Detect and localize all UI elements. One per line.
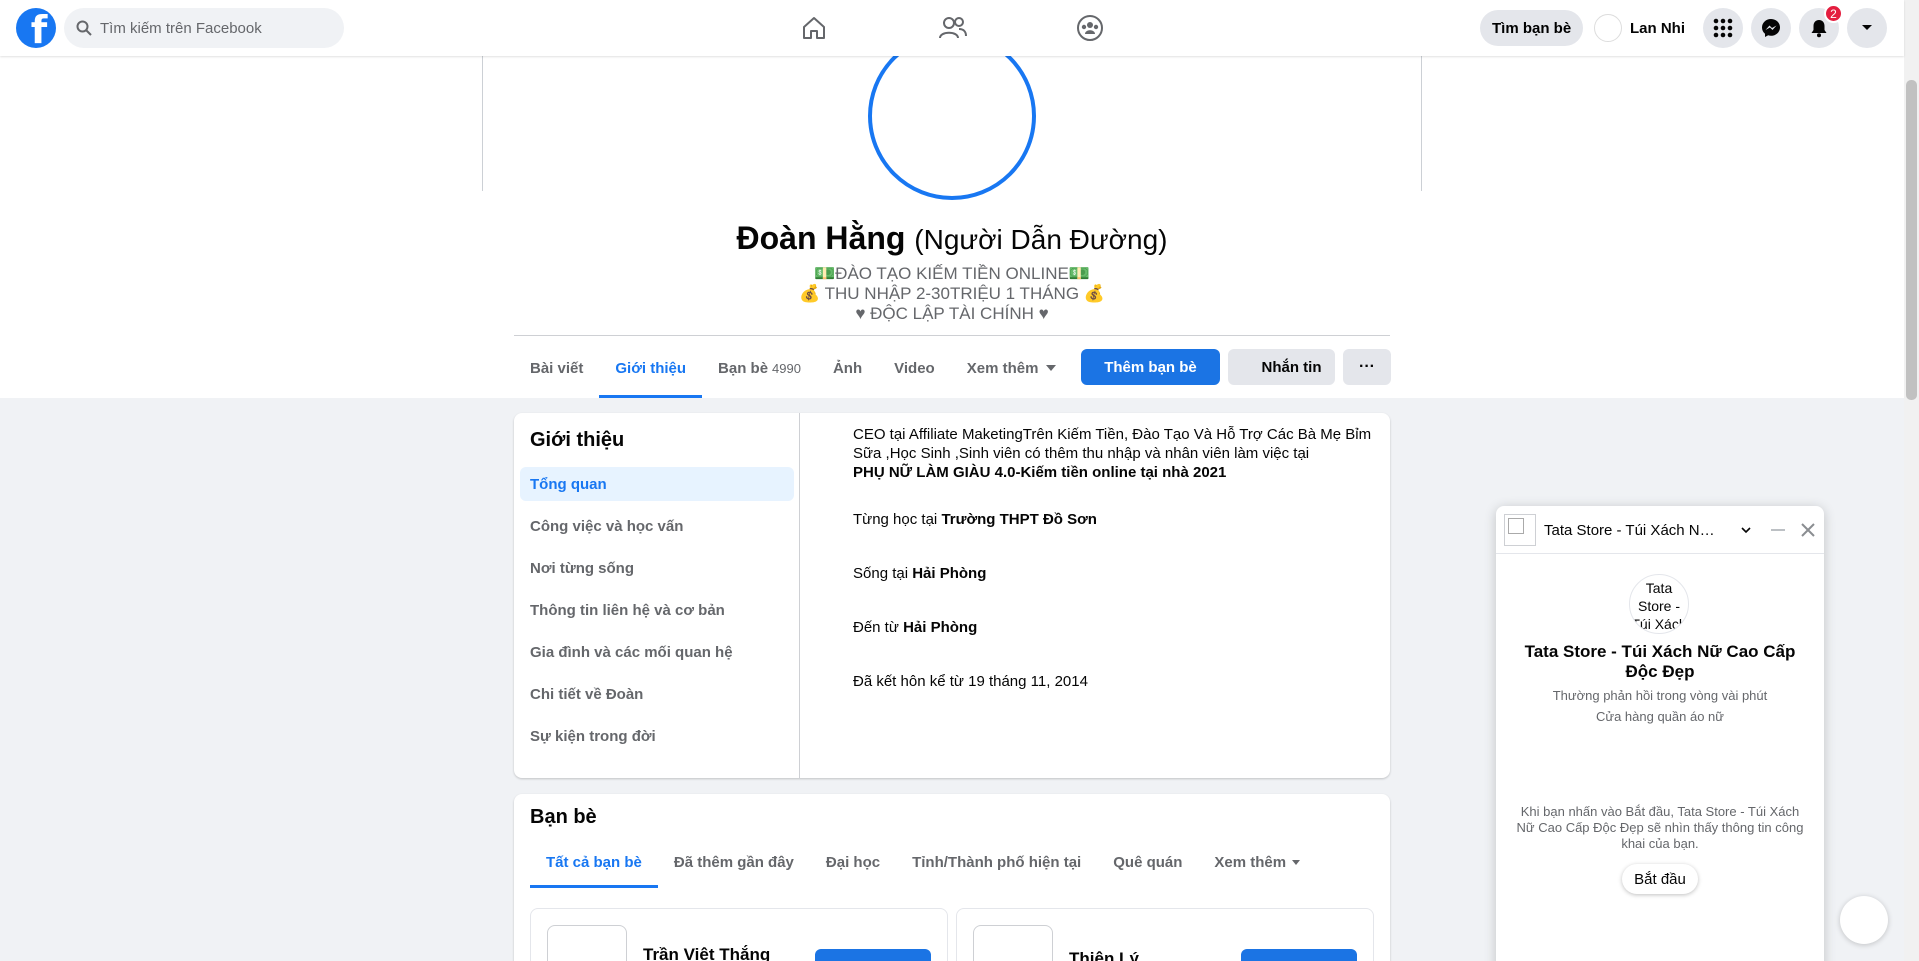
about-overview: CEO tại Affiliate MaketingTrên Kiếm Tiền… <box>853 425 1373 691</box>
tab-friends[interactable]: Bạn bè 4990 <box>702 338 817 398</box>
chat-response-time: Thường phản hồi trong vòng vài phút <box>1552 688 1768 703</box>
about-item-life-events[interactable]: Sự kiện trong đời <box>520 719 794 753</box>
search-icon <box>76 20 92 36</box>
about-item-overview[interactable]: Tổng quan <box>520 467 794 501</box>
avatar <box>1594 14 1622 42</box>
caret-down-icon <box>1292 859 1301 865</box>
friends-title: Bạn bè <box>530 806 597 828</box>
friend-card[interactable]: Thiện Lý <box>956 908 1374 961</box>
search-input[interactable] <box>100 19 320 37</box>
friend-name[interactable]: Trần Việt Thắng <box>643 945 770 961</box>
profile-tabs: Bài viết Giới thiệu Bạn bè 4990 Ảnh Video… <box>514 338 1072 398</box>
bio-line: ♥ ĐỘC LẬP TÀI CHÍNH ♥ <box>855 304 1049 323</box>
profile-shortcut[interactable]: Lan Nhi <box>1594 10 1685 46</box>
message-button[interactable]: Nhắn tin <box>1228 349 1335 385</box>
about-item-details[interactable]: Chi tiết về Đoàn <box>520 677 794 711</box>
hometown-link[interactable]: Hải Phòng <box>903 619 977 636</box>
friend-photo[interactable] <box>973 925 1053 961</box>
friends-tab-all[interactable]: Tất cả bạn bè <box>530 836 658 888</box>
bio-line: 💵ĐÀO TẠO KIẾM TIỀN ONLINE💵 <box>814 264 1090 283</box>
chat-disclaimer: Khi bạn nhấn vào Bắt đầu, Tata Store - T… <box>1516 804 1804 851</box>
profile-bio: 💵ĐÀO TẠO KIẾM TIỀN ONLINE💵 💰 THU NHẬP 2-… <box>0 264 1904 324</box>
bio-line: 💰 THU NHẬP 2-30TRIỆU 1 THÁNG 💰 <box>799 284 1105 303</box>
account-menu-chevron-icon[interactable] <box>1847 8 1887 48</box>
profile-name-main: Đoàn Hằng <box>736 220 906 256</box>
friends-card: Bạn bè Tất cả bạn bè Đã thêm gần đây Đại… <box>514 794 1390 961</box>
tab-posts[interactable]: Bài viết <box>514 338 599 398</box>
close-icon[interactable] <box>1796 518 1820 542</box>
about-item-places[interactable]: Nơi từng sống <box>520 551 794 585</box>
about-item-contact[interactable]: Thông tin liên hệ và cơ bản <box>520 593 794 627</box>
about-item-family[interactable]: Gia đình và các mối quan hệ <box>520 635 794 669</box>
caret-down-icon <box>1046 365 1057 371</box>
chat-page-title: Tata Store - Túi Xách Nữ Cao Cấp Độc Đẹp <box>1524 642 1796 681</box>
divider <box>514 335 1390 336</box>
tab-videos[interactable]: Video <box>878 338 951 398</box>
friends-tab-recent[interactable]: Đã thêm gần đây <box>658 836 810 888</box>
friends-tabs: Tất cả bạn bè Đã thêm gần đây Đại học Tỉ… <box>530 836 1316 888</box>
friends-tab-more[interactable]: Xem thêm <box>1198 836 1316 888</box>
search-box[interactable] <box>64 8 344 48</box>
profile-alt-name: (Người Dẫn Đường) <box>914 224 1168 255</box>
chat-page-name[interactable]: Tata Store - Túi Xách Nữ Cao Cấp Độc Đẹp <box>1544 522 1724 539</box>
more-options-button[interactable]: ··· <box>1343 349 1391 385</box>
friend-photo[interactable] <box>547 925 627 961</box>
facebook-logo[interactable]: f <box>16 8 56 48</box>
about-card: Giới thiệu Tổng quan Công việc và học vấ… <box>514 413 1390 778</box>
about-menu: Tổng quan Công việc và học vấn Nơi từng … <box>520 467 794 761</box>
friends-icon[interactable] <box>933 8 973 48</box>
minimize-icon[interactable] <box>1766 518 1790 542</box>
profile-header: Đoàn Hằng (Người Dẫn Đường) 💵ĐÀO TẠO KIẾ… <box>0 32 1904 398</box>
friend-count: 4990 <box>772 360 801 376</box>
top-navigation-bar: f Tìm bạn bè Lan Nhi 2 <box>0 0 1904 56</box>
current-city-info: Sống tại Hải Phòng <box>853 565 987 582</box>
tab-photos[interactable]: Ảnh <box>817 338 878 398</box>
chat-window: Tata Store - Túi Xách Nữ Cao Cấp Độc Đẹp… <box>1496 506 1824 961</box>
workplace-link[interactable]: PHỤ NỮ LÀM GIÀU 4.0-Kiếm tiền online tại… <box>853 464 1226 481</box>
profile-picture[interactable] <box>868 32 1036 200</box>
chat-page-avatar <box>1504 514 1536 546</box>
relationship-info: Đã kết hôn kể từ 19 tháng 11, 2014 <box>853 673 1088 690</box>
menu-grid-icon[interactable] <box>1703 8 1743 48</box>
cover-border <box>1421 56 1422 191</box>
education-info: Từng học tại Trường THPT Đồ Sơn <box>853 511 1097 528</box>
cover-border <box>482 56 483 191</box>
notification-badge: 2 <box>1824 4 1843 23</box>
friends-tab-hometown[interactable]: Quê quán <box>1097 836 1198 888</box>
groups-icon[interactable] <box>1070 8 1110 48</box>
friend-card[interactable]: Trần Việt Thắng <box>530 908 948 961</box>
home-icon[interactable] <box>794 8 834 48</box>
hometown-info: Đến từ Hải Phòng <box>853 619 978 636</box>
start-chat-button[interactable]: Bắt đầu <box>1622 864 1698 894</box>
chat-page-logo: Tata Store - Túi Xách <box>1629 574 1689 634</box>
new-message-button[interactable] <box>1840 896 1888 944</box>
about-title: Giới thiệu <box>530 429 625 451</box>
add-friend-button[interactable] <box>815 949 931 961</box>
more-icon: ··· <box>1359 358 1375 375</box>
school-link[interactable]: Trường THPT Đồ Sơn <box>941 511 1097 528</box>
scrollbar-thumb[interactable] <box>1906 80 1917 400</box>
current-city-link[interactable]: Hải Phòng <box>912 565 986 582</box>
profile-name: Đoàn Hằng (Người Dẫn Đường) <box>0 220 1904 257</box>
chat-header[interactable]: Tata Store - Túi Xách Nữ Cao Cấp Độc Đẹp <box>1496 506 1824 554</box>
messenger-icon[interactable] <box>1751 8 1791 48</box>
user-name: Lan Nhi <box>1630 19 1685 37</box>
friends-tab-university[interactable]: Đại học <box>810 836 896 888</box>
friends-tab-current-city[interactable]: Tỉnh/Thành phố hiện tại <box>896 836 1097 888</box>
add-friend-button[interactable]: Thêm bạn bè <box>1081 349 1220 385</box>
find-friends-button[interactable]: Tìm bạn bè <box>1480 10 1584 46</box>
tab-more[interactable]: Xem thêm <box>951 338 1073 398</box>
add-friend-button[interactable] <box>1241 949 1357 961</box>
about-item-work-education[interactable]: Công việc và học vấn <box>520 509 794 543</box>
about-sidebar: Giới thiệu Tổng quan Công việc và học vấ… <box>514 413 800 778</box>
chat-page-category: Cửa hàng quần áo nữ <box>1595 709 1724 724</box>
work-info: CEO tại Affiliate MaketingTrên Kiếm Tiền… <box>853 426 1372 481</box>
friend-name[interactable]: Thiện Lý <box>1069 949 1139 961</box>
notifications-icon[interactable]: 2 <box>1799 4 1843 48</box>
chevron-down-icon[interactable] <box>1734 518 1758 542</box>
tab-about[interactable]: Giới thiệu <box>599 338 702 398</box>
